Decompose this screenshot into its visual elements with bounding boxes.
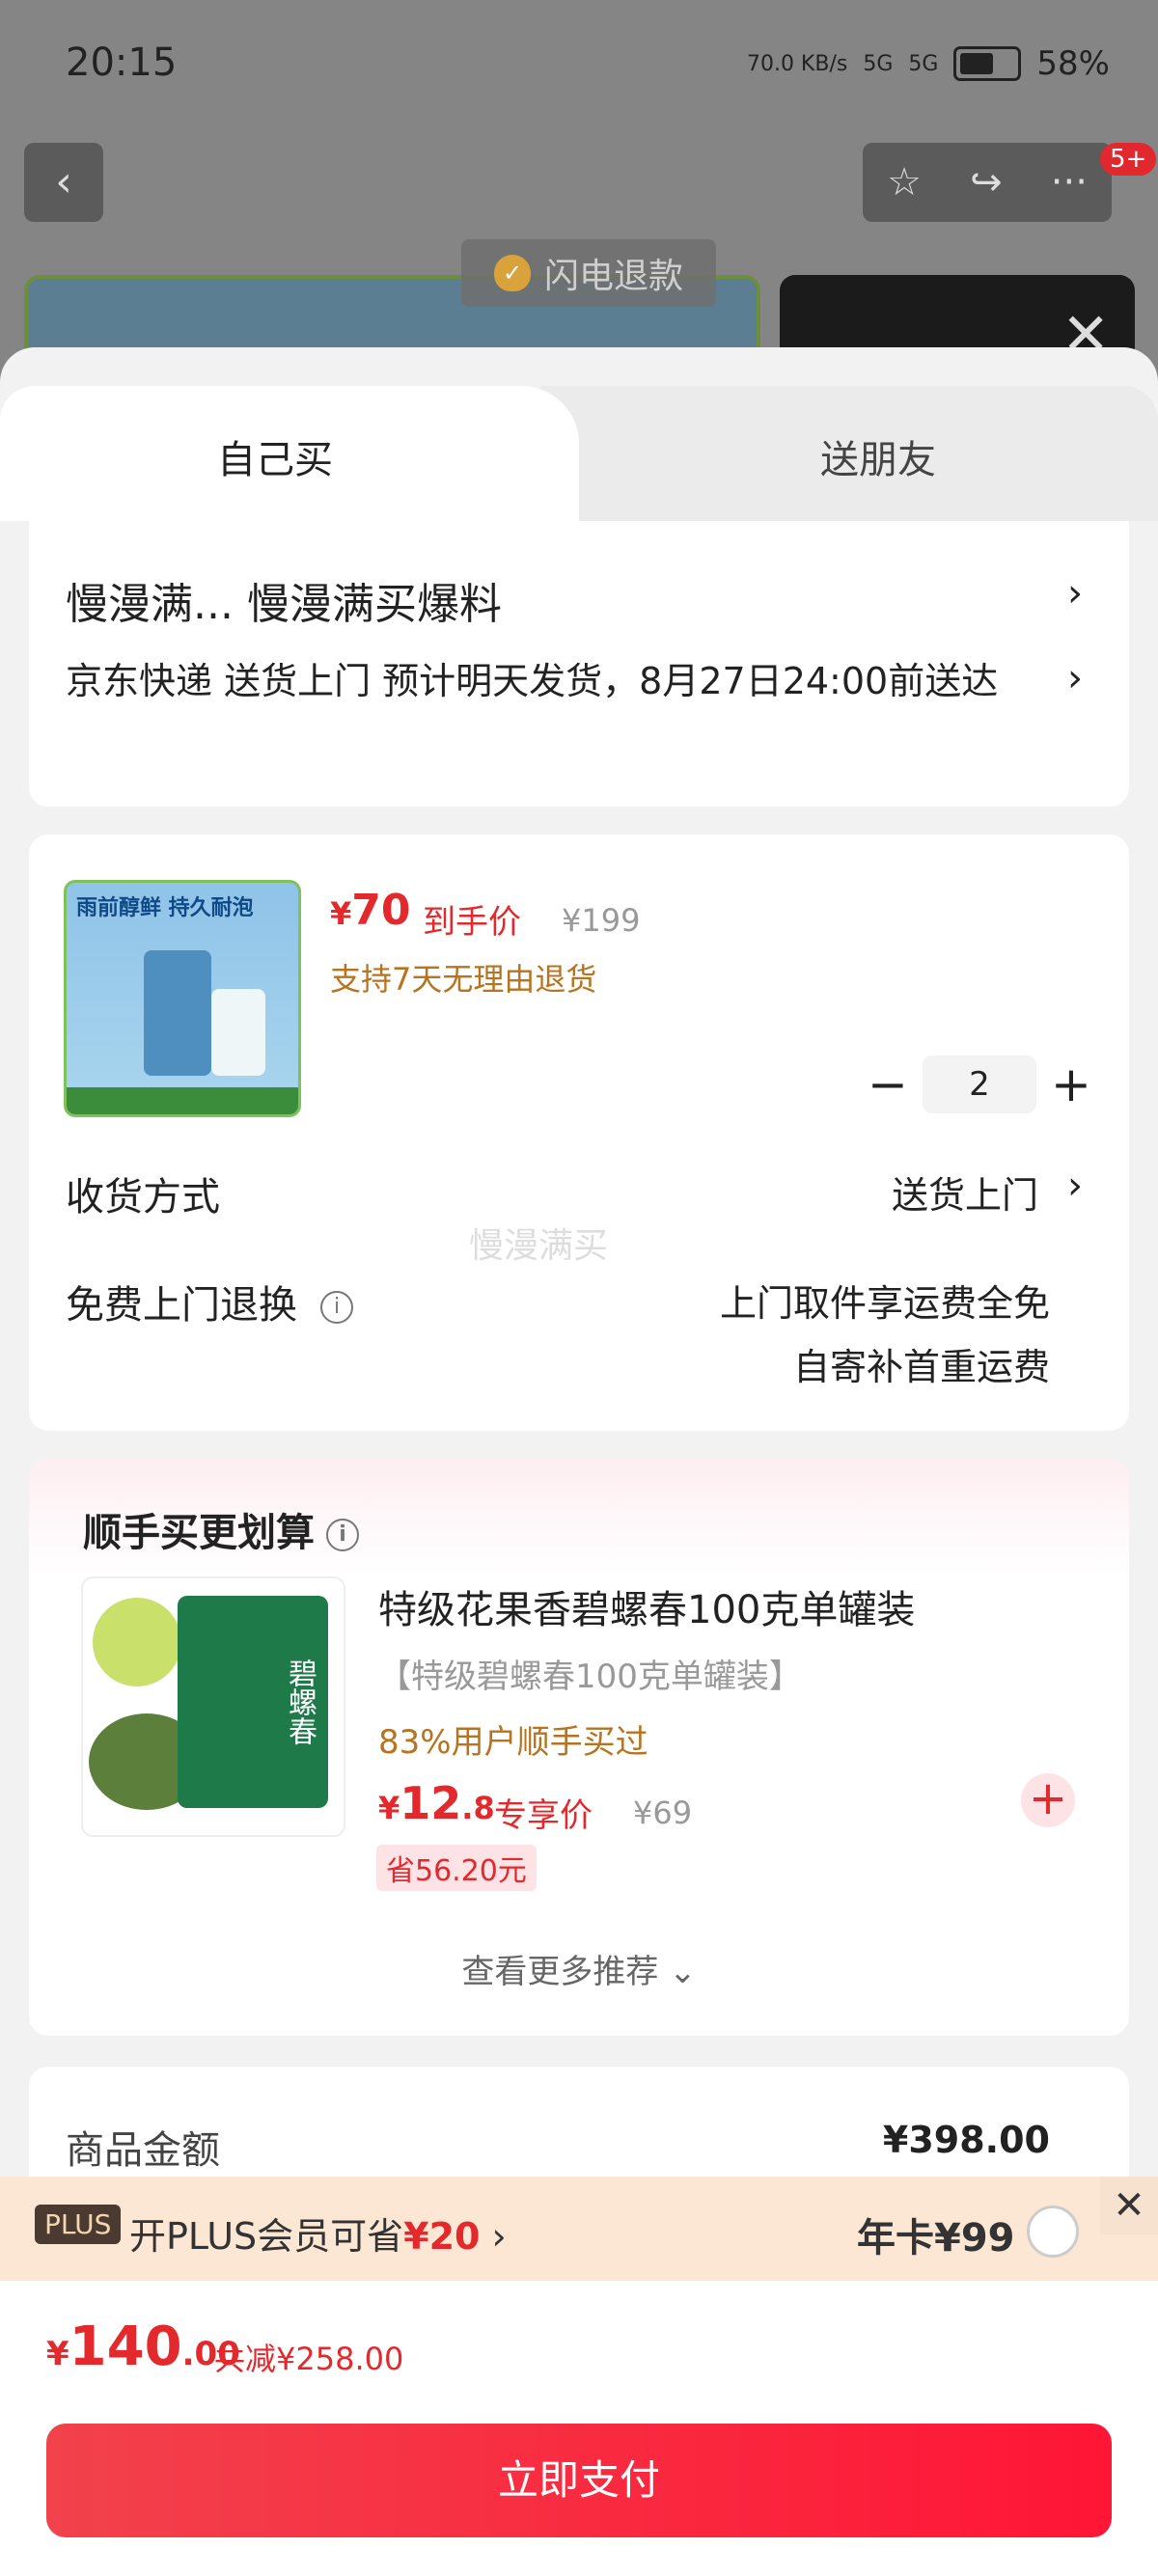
plus-radio[interactable]	[1027, 2206, 1079, 2258]
total-int: 140	[69, 2316, 182, 2378]
original-price: ¥199	[562, 902, 641, 939]
upsell-price-dec: .8	[461, 1790, 495, 1826]
back-button[interactable]: ‹	[24, 143, 103, 222]
tea-glass	[211, 989, 265, 1076]
watermark: 慢漫满买	[469, 1226, 609, 1266]
upsell-price: ¥12.8	[378, 1777, 495, 1829]
shield-check-icon: ✓	[494, 255, 531, 291]
quantity-stepper: − 2 +	[864, 1054, 1095, 1115]
exchange-value-2: 自寄补首重运费	[792, 1346, 1050, 1388]
currency-symbol: ¥	[330, 895, 352, 932]
total-price: ¥140.00	[46, 2316, 240, 2378]
free-exchange-text: 免费上门退换	[66, 1283, 297, 1328]
image-strip	[67, 1087, 298, 1114]
tab-self-label: 自己买	[217, 438, 333, 482]
add-upsell-button[interactable]: +	[1021, 1773, 1075, 1827]
upsell-can: 碧螺春	[178, 1596, 328, 1808]
amount-label: 商品金额	[66, 2128, 220, 2173]
more-badge: 5+	[1100, 143, 1157, 176]
plus-text-label: 开PLUS会员可省	[129, 2215, 404, 2258]
chevron-left-icon: ‹	[55, 157, 72, 206]
more-icon[interactable]: ···	[1051, 160, 1088, 205]
status-time: 20:15	[66, 41, 178, 85]
exchange-value-1: 上门取件享运费全免	[719, 1282, 1050, 1325]
signal-5g-1: 5G	[863, 51, 894, 76]
tab-gift[interactable]: 送朋友	[540, 386, 1158, 521]
signal-5g-2: 5G	[908, 51, 939, 76]
return-policy: 支持7天无理由退货	[330, 961, 597, 998]
chevron-right-icon: ›	[1067, 1164, 1083, 1208]
tab-gift-label: 送朋友	[820, 438, 936, 482]
address-name: 慢漫满... 慢漫满买爆料	[66, 580, 502, 629]
product-image-title: 雨前醇鲜 持久耐泡	[76, 896, 254, 920]
free-exchange-label: 免费上门退换 i	[66, 1274, 353, 1329]
tea-cup	[93, 1598, 181, 1686]
chevron-right-icon: ›	[1067, 656, 1083, 700]
amount-value: ¥398.00	[882, 2119, 1050, 2161]
star-icon[interactable]: ☆	[887, 160, 922, 205]
tea-can	[144, 950, 211, 1076]
header-actions: ☆ ↪ ···	[863, 143, 1112, 222]
delivery-method-value[interactable]: 送货上门	[892, 1165, 1038, 1219]
battery-level: 58%	[1036, 44, 1110, 83]
product-image[interactable]: 雨前醇鲜 持久耐泡	[64, 880, 301, 1117]
currency-symbol: ¥	[46, 2335, 69, 2373]
quantity-value[interactable]: 2	[923, 1055, 1036, 1113]
upsell-orig-price: ¥69	[633, 1795, 693, 1831]
upsell-price-tag: 专享价	[494, 1796, 593, 1835]
product-price: ¥70	[330, 886, 411, 935]
minus-button[interactable]: −	[864, 1056, 912, 1112]
delivery-method-label: 收货方式	[66, 1175, 220, 1219]
upsell-name[interactable]: 特级花果香碧螺春100克单罐装	[378, 1578, 915, 1634]
total-reduced: 共减¥258.00	[214, 2341, 404, 2377]
plus-year-card: 年卡¥99	[857, 2216, 1015, 2261]
info-icon[interactable]: i	[326, 1519, 359, 1551]
chevron-down-icon: ⌄	[669, 1953, 697, 1991]
refund-label: 闪电退款	[544, 257, 684, 296]
upsell-stat: 83%用户顺手买过	[378, 1723, 648, 1762]
price-value: 70	[351, 886, 411, 935]
plus-save: ¥20	[403, 2215, 481, 2258]
battery-icon	[953, 46, 1022, 81]
plus-badge: PLUS	[35, 2205, 122, 2244]
price-tag: 到手价	[423, 903, 521, 942]
upsell-price-int: 12	[400, 1777, 462, 1829]
upsell-title: 顺手买更划算 i	[83, 1501, 359, 1557]
upsell-spec: 【特级碧螺春100克单罐装】	[378, 1658, 802, 1696]
upsell-image[interactable]: 碧螺春	[81, 1576, 345, 1837]
currency-symbol: ¥	[378, 1790, 400, 1826]
status-icons: 70.0 KB/s 5G 5G 58%	[747, 44, 1110, 83]
share-icon[interactable]: ↪	[970, 160, 1003, 205]
close-icon[interactable]: ✕	[1100, 2177, 1158, 2234]
more-recommendations-label: 查看更多推荐	[461, 1953, 659, 1991]
chevron-right-icon: ›	[480, 2215, 507, 2258]
net-speed: 70.0 KB/s	[746, 51, 848, 76]
chevron-right-icon: ›	[1067, 571, 1083, 616]
refund-chip: ✓ 闪电退款	[461, 239, 717, 307]
delivery-estimate: 京东快递 送货上门 预计明天发货，8月27日24:00前送达	[66, 660, 999, 702]
upsell-title-text: 顺手买更划算	[83, 1511, 315, 1555]
plus-text: 开PLUS会员可省¥20 ›	[129, 2206, 507, 2260]
tab-self[interactable]: 自己买	[0, 386, 579, 521]
pay-button[interactable]: 立即支付	[46, 2424, 1112, 2537]
more-recommendations[interactable]: 查看更多推荐 ⌄	[0, 1945, 1158, 1992]
info-icon[interactable]: i	[320, 1291, 353, 1324]
plus-button[interactable]: +	[1047, 1056, 1095, 1112]
upsell-save-badge: 省56.20元	[376, 1845, 537, 1891]
